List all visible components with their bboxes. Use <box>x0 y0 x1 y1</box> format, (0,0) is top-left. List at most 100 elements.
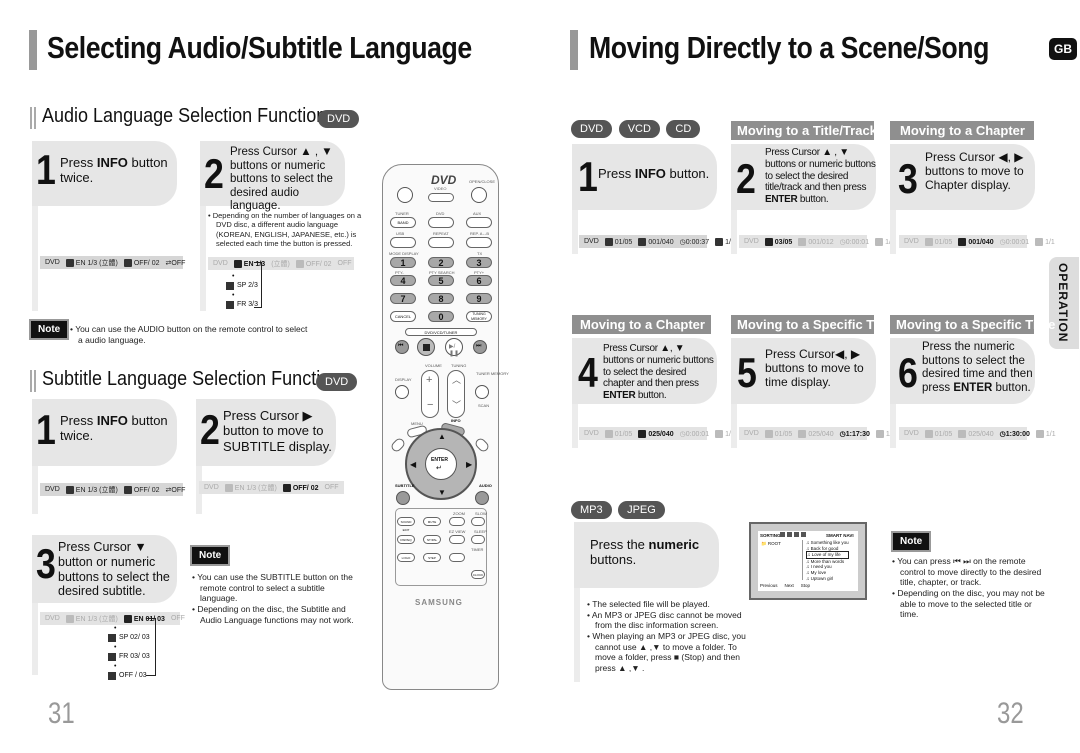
aux-button[interactable] <box>466 217 492 228</box>
folder-root: 📁 ROOT <box>761 541 781 546</box>
usb-label: USB <box>396 231 405 236</box>
open-close-button[interactable] <box>471 187 487 203</box>
note-badge: Note <box>891 531 932 552</box>
angle-icon <box>1035 237 1044 246</box>
step-text: Press the numeric buttons. <box>590 537 700 568</box>
audio-badge-group: DVD <box>318 109 361 128</box>
dsp-button[interactable]: DSP/EQ <box>397 535 415 544</box>
key-2[interactable]: 2 <box>428 257 454 268</box>
subtitle-button[interactable] <box>396 491 410 505</box>
page-title-right: Moving Directly to a Scene/Song <box>589 30 989 65</box>
cancel2-button[interactable] <box>473 436 491 454</box>
page-number-right: 32 <box>997 697 1024 730</box>
display-button[interactable] <box>395 385 409 399</box>
note-badge: Note <box>29 319 70 340</box>
menu-label: MENU <box>411 421 423 426</box>
tuner-band-button[interactable]: BAND <box>390 217 416 228</box>
step-text: Press the numeric buttons to select the … <box>922 341 1033 394</box>
audio-note: You can use the AUDIO button on the remo… <box>70 324 310 345</box>
step-text: Press Cursor ▲ , ▼ buttons or numeric bu… <box>765 147 876 206</box>
specific-time-heading: Moving to a Specific Time <box>890 315 1055 334</box>
title-icon <box>924 237 933 246</box>
slow-button[interactable] <box>471 517 485 526</box>
scan-label: SCAN <box>478 403 490 408</box>
demo-dimmer-button[interactable] <box>449 553 465 562</box>
power-button[interactable] <box>397 187 413 203</box>
chapter-heading: Moving to a Chapter <box>890 121 1034 140</box>
volume-rocker[interactable]: + − <box>421 370 439 418</box>
audio-icon <box>226 301 234 310</box>
subtitle-label: SUBTITLE <box>395 483 415 488</box>
tuning-memory-button[interactable]: TUNING MEMORY <box>466 311 492 322</box>
step-text: Press Cursor ▲, ▼ buttons or numeric but… <box>603 343 714 402</box>
key-4[interactable]: 4 <box>390 275 416 286</box>
audio-button[interactable] <box>475 491 489 505</box>
osd-bar-time: DVD 01/05 025/040 ◷1:17:30 1/1 <box>739 427 896 440</box>
return-button[interactable] <box>389 436 407 454</box>
cycle-arrow <box>254 262 262 308</box>
clock-button[interactable]: CLOCK <box>471 570 485 579</box>
key-8[interactable]: 8 <box>428 293 454 304</box>
blank-button[interactable] <box>428 193 454 202</box>
sleep-button[interactable] <box>471 535 485 544</box>
vcd-badge: VCD <box>618 120 660 138</box>
track-item[interactable]: ♫ Uptown girl <box>806 576 849 582</box>
chapter-heading: Moving to a Chapter <box>572 315 711 334</box>
audio-icon <box>65 258 74 267</box>
tuner-label: TUNER <box>395 211 409 216</box>
skip-forward-button[interactable]: ⏭ <box>473 340 487 354</box>
screen-footer: Previous Next Stop <box>760 583 810 588</box>
key-3[interactable]: 3 <box>466 257 492 268</box>
track-item-selected[interactable]: ♫ Love of my life <box>806 551 849 559</box>
audio-icon <box>224 483 233 492</box>
sort-icon <box>787 532 792 537</box>
skip-back-button[interactable]: ⏮ <box>395 340 409 354</box>
subtitle-section-title: Subtitle Language Selection Function <box>42 368 341 390</box>
osd-bar-time-entry: DVD 01/05 025/040 ◷1:30:00 1/1 <box>899 427 1056 440</box>
usb-button[interactable] <box>390 237 416 248</box>
audio-label: AUDIO <box>479 483 492 488</box>
ntsc-pal-button[interactable]: NT/PAL <box>423 535 441 544</box>
key-9[interactable]: 9 <box>466 293 492 304</box>
subtitle-icon <box>123 485 132 494</box>
rep-ab-button[interactable] <box>466 237 492 248</box>
cursor-right-icon[interactable]: ▶ <box>466 460 472 469</box>
divider <box>802 540 803 580</box>
key-6[interactable]: 6 <box>466 275 492 286</box>
step-button[interactable]: STEP <box>423 553 441 562</box>
stop-button[interactable] <box>417 338 435 356</box>
logo-button[interactable]: LOGO <box>397 553 415 562</box>
key-7[interactable]: 7 <box>390 293 416 304</box>
step-text: Press Cursor◀, ▶ buttons to move to time… <box>765 347 864 390</box>
audio-section-title: Audio Language Selection Function <box>42 105 327 127</box>
sound-edit-button[interactable]: SOUND EDIT <box>397 517 415 532</box>
play-pause-button[interactable]: ▶/❚❚ <box>445 338 463 357</box>
key-0[interactable]: 0 <box>428 311 454 322</box>
key-5[interactable]: 5 <box>428 275 454 286</box>
title-icon <box>604 429 613 438</box>
osd-bar-chapter: DVD 01/05 001/040 ◷0:00:01 1/1 <box>899 235 1055 248</box>
cursor-down-icon[interactable]: ▼ <box>438 488 446 497</box>
cancel-button[interactable]: CANCEL <box>390 311 416 322</box>
chapter-icon <box>638 237 647 246</box>
footer-next: Next <box>784 583 794 588</box>
cursor-left-icon[interactable]: ◀ <box>410 460 416 469</box>
tuning-rocker[interactable]: ︿ ﹀ <box>447 370 465 418</box>
key-1[interactable]: 1 <box>390 257 416 268</box>
specific-time-heading: Moving to a Specific Time <box>731 315 896 334</box>
zoom-button[interactable] <box>449 517 465 526</box>
dvd-button[interactable] <box>428 217 454 228</box>
cursor-pad[interactable]: ▲ ▼ ◀ ▶ ENTER ↵ <box>405 428 477 500</box>
mute-button[interactable]: MUTE <box>423 517 441 526</box>
mp3-jpeg-badges: MP3 JPEG <box>571 500 667 519</box>
ez-view-button[interactable] <box>449 535 465 544</box>
operation-side-tab: OPERATION <box>1049 257 1079 349</box>
cursor-up-icon[interactable]: ▲ <box>438 432 446 441</box>
repeat-button[interactable] <box>428 237 454 248</box>
title-icon <box>764 429 773 438</box>
enter-button[interactable]: ENTER ↵ <box>425 448 457 480</box>
tuner-memory-button[interactable] <box>475 385 489 399</box>
dvd-badge: DVD <box>316 373 358 391</box>
tuner-memory-label: TUNER MEMORY <box>476 371 509 376</box>
title-accent-bar <box>29 30 37 70</box>
